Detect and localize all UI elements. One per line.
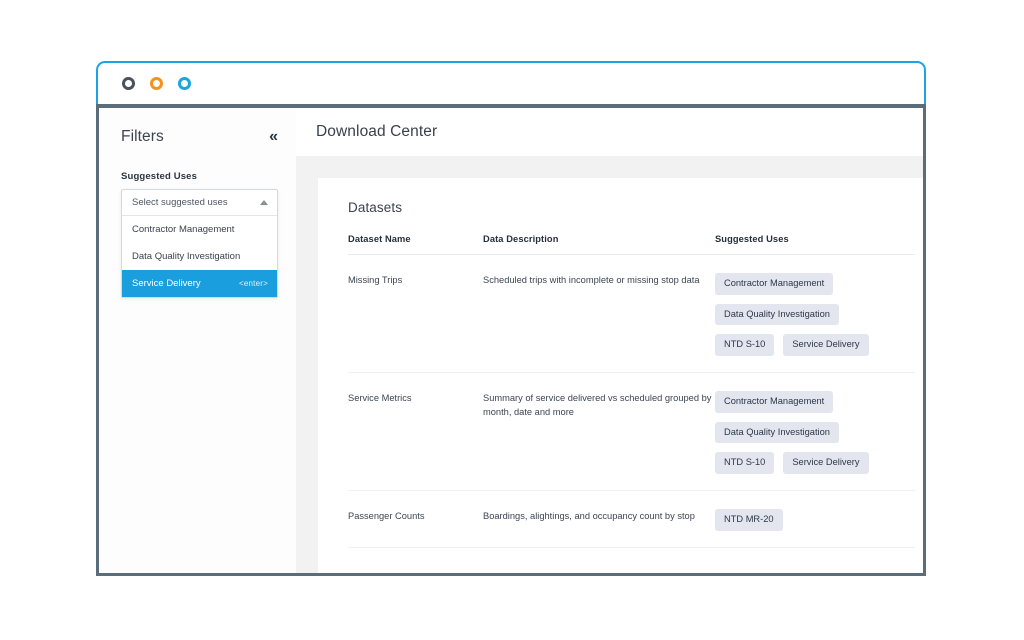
column-header-dataset-name: Dataset Name — [348, 234, 483, 255]
column-header-data-description: Data Description — [483, 234, 715, 255]
window-dot-orange-icon[interactable] — [150, 77, 163, 90]
window-titlebar — [96, 61, 926, 104]
screenshot-root: Filters « Suggested Uses Select suggeste… — [0, 0, 1024, 640]
suggested-use-tag[interactable]: Data Quality Investigation — [715, 304, 839, 326]
datasets-table: Dataset Name Data Description Suggested … — [348, 234, 915, 548]
table-header-row: Dataset Name Data Description Suggested … — [348, 234, 915, 255]
browser-viewport: Filters « Suggested Uses Select suggeste… — [96, 104, 926, 576]
window-dot-blue-icon[interactable] — [178, 77, 191, 90]
cell-suggested-uses: NTD MR-20 — [715, 491, 915, 548]
cell-suggested-uses: Contractor Management Data Quality Inves… — [715, 255, 915, 373]
tag-row: NTD S-10 Service Delivery — [715, 334, 915, 356]
header-divider-band — [296, 156, 923, 178]
cell-suggested-uses: Contractor Management Data Quality Inves… — [715, 373, 915, 491]
dropdown-option-data-quality-investigation[interactable]: Data Quality Investigation — [122, 243, 277, 270]
caret-up-icon[interactable] — [260, 200, 268, 205]
suggested-uses-placeholder: Select suggested uses — [132, 197, 228, 208]
tag-row: Data Quality Investigation — [715, 304, 915, 326]
tag-row: Data Quality Investigation — [715, 422, 915, 444]
suggested-uses-dropdown-control[interactable]: Select suggested uses — [122, 190, 277, 216]
column-header-suggested-uses: Suggested Uses — [715, 234, 915, 255]
suggested-use-tag[interactable]: Service Delivery — [783, 452, 868, 474]
table-row[interactable]: Passenger Counts Boardings, alightings, … — [348, 491, 915, 548]
dropdown-option-label: Data Quality Investigation — [132, 251, 240, 262]
dropdown-option-label: Contractor Management — [132, 224, 234, 235]
tag-row: Contractor Management — [715, 391, 915, 413]
window-dot-gray-icon[interactable] — [122, 77, 135, 90]
dropdown-option-label: Service Delivery — [132, 278, 201, 289]
cell-dataset-name: Missing Trips — [348, 255, 483, 373]
window-controls — [122, 77, 191, 90]
page-title: Download Center — [316, 123, 437, 141]
table-row[interactable]: Service Metrics Summary of service deliv… — [348, 373, 915, 491]
suggested-use-tag[interactable]: NTD S-10 — [715, 334, 774, 356]
dropdown-option-enter-hint: <enter> — [239, 279, 268, 288]
tag-group: Contractor Management Data Quality Inves… — [715, 273, 915, 356]
collapse-sidebar-icon[interactable]: « — [269, 129, 278, 145]
datasets-card: Datasets Dataset Name Data Description S… — [318, 178, 915, 573]
sidebar-header: Filters « — [99, 124, 296, 150]
suggested-uses-label: Suggested Uses — [121, 171, 296, 182]
suggested-use-tag[interactable]: Service Delivery — [783, 334, 868, 356]
cell-data-description: Boardings, alightings, and occupancy cou… — [483, 491, 715, 548]
tag-row: NTD S-10 Service Delivery — [715, 452, 915, 474]
suggested-use-tag[interactable]: Data Quality Investigation — [715, 422, 839, 444]
suggested-use-tag[interactable]: NTD S-10 — [715, 452, 774, 474]
cell-dataset-name: Passenger Counts — [348, 491, 483, 548]
tag-group: NTD MR-20 — [715, 509, 915, 531]
suggested-uses-dropdown: Select suggested uses Contractor Managem… — [121, 189, 278, 298]
browser-window: Filters « Suggested Uses Select suggeste… — [96, 61, 926, 576]
suggested-use-tag[interactable]: Contractor Management — [715, 391, 833, 413]
suggested-use-tag[interactable]: NTD MR-20 — [715, 509, 783, 531]
cell-data-description: Scheduled trips with incomplete or missi… — [483, 255, 715, 373]
datasets-table-body: Missing Trips Scheduled trips with incom… — [348, 255, 915, 548]
suggested-uses-option-list: Contractor Management Data Quality Inves… — [122, 216, 277, 297]
dropdown-option-service-delivery[interactable]: Service Delivery <enter> — [122, 270, 277, 297]
tag-group: Contractor Management Data Quality Inves… — [715, 391, 915, 474]
tag-row: NTD MR-20 — [715, 509, 915, 531]
dropdown-option-contractor-management[interactable]: Contractor Management — [122, 216, 277, 243]
main-content: Download Center Datasets Dataset Name Da… — [296, 108, 923, 573]
datasets-table-head: Dataset Name Data Description Suggested … — [348, 234, 915, 255]
main-header: Download Center — [296, 108, 923, 156]
tag-row: Contractor Management — [715, 273, 915, 295]
filters-title: Filters — [121, 128, 164, 146]
filters-sidebar: Filters « Suggested Uses Select suggeste… — [99, 108, 296, 573]
left-gutter-rail — [296, 156, 318, 573]
cell-dataset-name: Service Metrics — [348, 373, 483, 491]
cell-data-description: Summary of service delivered vs schedule… — [483, 373, 715, 491]
table-row[interactable]: Missing Trips Scheduled trips with incom… — [348, 255, 915, 373]
datasets-section-title: Datasets — [348, 200, 915, 215]
suggested-use-tag[interactable]: Contractor Management — [715, 273, 833, 295]
